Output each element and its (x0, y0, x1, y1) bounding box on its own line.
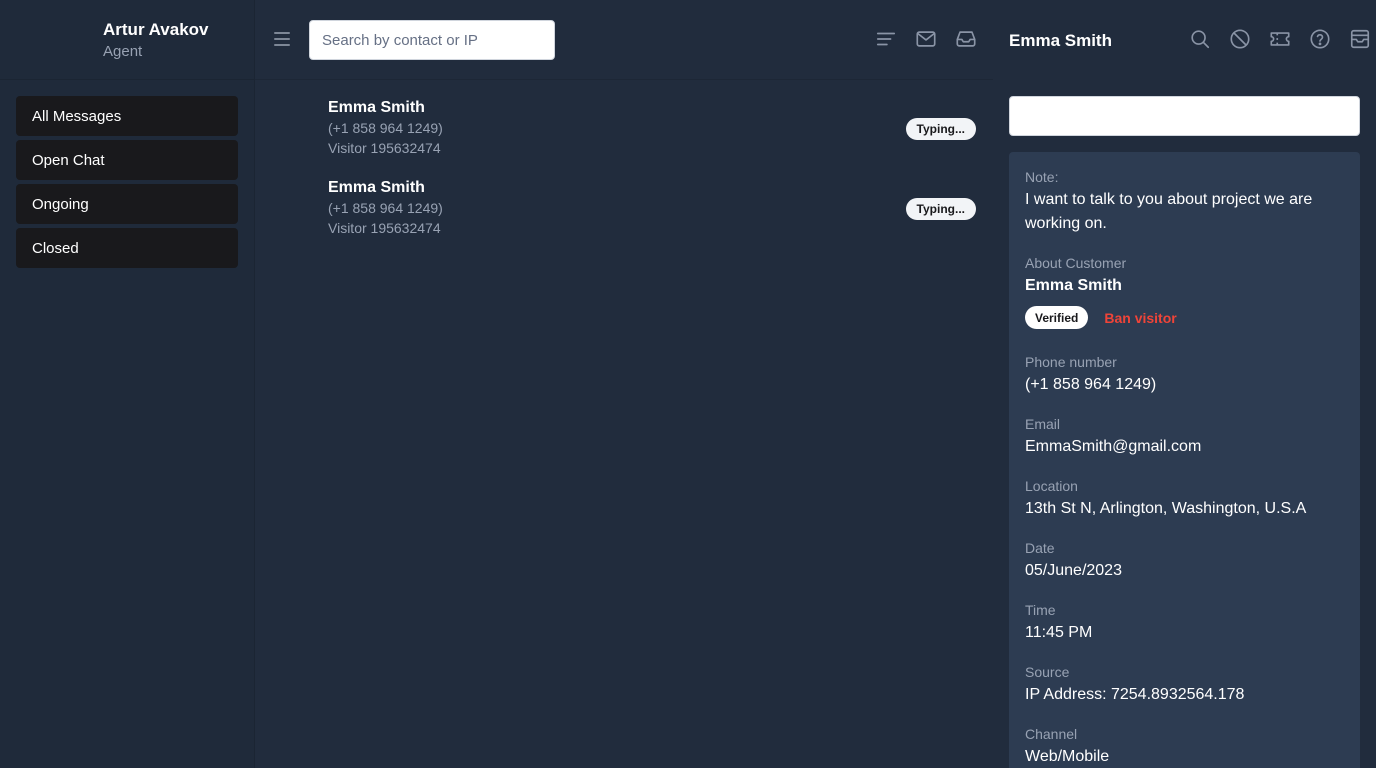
verified-badge: Verified (1025, 306, 1089, 329)
about-customer-section: About Customer Emma Smith Verified Ban v… (1025, 254, 1344, 329)
agent-name: Artur Avakov (103, 20, 209, 39)
chat-contact-name: Emma Smith (328, 99, 425, 116)
customer-info-card: Note: I want to talk to you about projec… (1009, 152, 1360, 768)
field-label: Date (1025, 540, 1055, 556)
source-field: Source IP Address: 7254.8932564.178 (1025, 663, 1344, 707)
field-value: IP Address: 7254.8932564.178 (1025, 686, 1245, 703)
filter-lines-icon[interactable] (875, 28, 897, 50)
field-value: 11:45 PM (1025, 624, 1093, 641)
field-label: Location (1025, 478, 1078, 494)
channel-field: Channel Web/Mobile (1025, 725, 1344, 768)
field-value: EmmaSmith@gmail.com (1025, 438, 1202, 455)
chat-contact-phone: (+1 858 964 1249) (328, 200, 443, 216)
contact-toolbar (1189, 28, 1371, 50)
sidebar-item-open-chat[interactable]: Open Chat (16, 140, 238, 180)
agent-profile: Artur Avakov Agent (0, 0, 254, 80)
phone-field: Phone number (+1 858 964 1249) (1025, 353, 1344, 397)
search-icon[interactable] (1189, 28, 1211, 50)
chat-contact-phone: (+1 858 964 1249) (328, 120, 443, 136)
field-value: (+1 858 964 1249) (1025, 376, 1157, 393)
chat-visitor-id: Visitor 195632474 (328, 220, 441, 236)
field-value: Web/Mobile (1025, 748, 1110, 765)
agent-role: Agent (103, 43, 143, 60)
ban-visitor-link[interactable]: Ban visitor (1104, 310, 1176, 326)
date-field: Date 05/June/2023 (1025, 539, 1344, 583)
contact-detail-panel: Emma Smith Note: I want to talk to you a… (993, 0, 1376, 768)
customer-badges: Verified Ban visitor (1025, 306, 1344, 329)
mail-icon[interactable] (915, 28, 937, 50)
conversation-list-panel: Emma Smith (+1 858 964 1249) Visitor 195… (255, 0, 993, 768)
note-text: I want to talk to you about project we a… (1025, 191, 1313, 232)
contact-header: Emma Smith (993, 0, 1376, 80)
note-input[interactable] (1009, 96, 1360, 136)
time-field: Time 11:45 PM (1025, 601, 1344, 645)
typing-badge: Typing... (905, 118, 976, 140)
customer-name: Emma Smith (1025, 277, 1122, 294)
field-value: 05/June/2023 (1025, 562, 1122, 579)
note-label: Note: (1025, 169, 1059, 185)
email-field: Email EmmaSmith@gmail.com (1025, 415, 1344, 459)
sidebar-nav: All Messages Open Chat Ongoing Closed (0, 80, 254, 288)
archive-icon[interactable] (1349, 28, 1371, 50)
search-input[interactable] (309, 20, 555, 60)
about-customer-label: About Customer (1025, 255, 1127, 271)
contact-title: Emma Smith (1009, 31, 1112, 50)
field-label: Source (1025, 664, 1070, 680)
location-field: Location 13th St N, Arlington, Washingto… (1025, 477, 1344, 521)
chat-contact-name: Emma Smith (328, 179, 425, 196)
menu-icon[interactable] (274, 32, 290, 46)
field-label: Phone number (1025, 354, 1117, 370)
list-item[interactable]: Emma Smith (+1 858 964 1249) Visitor 195… (328, 98, 976, 162)
conversation-list-header (255, 0, 993, 80)
ticket-icon[interactable] (1269, 28, 1291, 50)
help-icon[interactable] (1309, 28, 1331, 50)
ban-icon[interactable] (1229, 28, 1251, 50)
field-label: Time (1025, 602, 1056, 618)
list-item[interactable]: Emma Smith (+1 858 964 1249) Visitor 195… (328, 178, 976, 242)
sidebar-item-closed[interactable]: Closed (16, 228, 238, 268)
sidebar-item-ongoing[interactable]: Ongoing (16, 184, 238, 224)
typing-badge: Typing... (905, 198, 976, 220)
field-value: 13th St N, Arlington, Washington, U.S.A (1025, 500, 1307, 517)
field-label: Email (1025, 416, 1061, 432)
sidebar-item-all-messages[interactable]: All Messages (16, 96, 238, 136)
inbox-icon[interactable] (955, 28, 977, 50)
list-toolbar (875, 28, 977, 50)
chat-visitor-id: Visitor 195632474 (328, 140, 441, 156)
field-label: Channel (1025, 726, 1078, 742)
sidebar: Artur Avakov Agent All Messages Open Cha… (0, 0, 255, 768)
